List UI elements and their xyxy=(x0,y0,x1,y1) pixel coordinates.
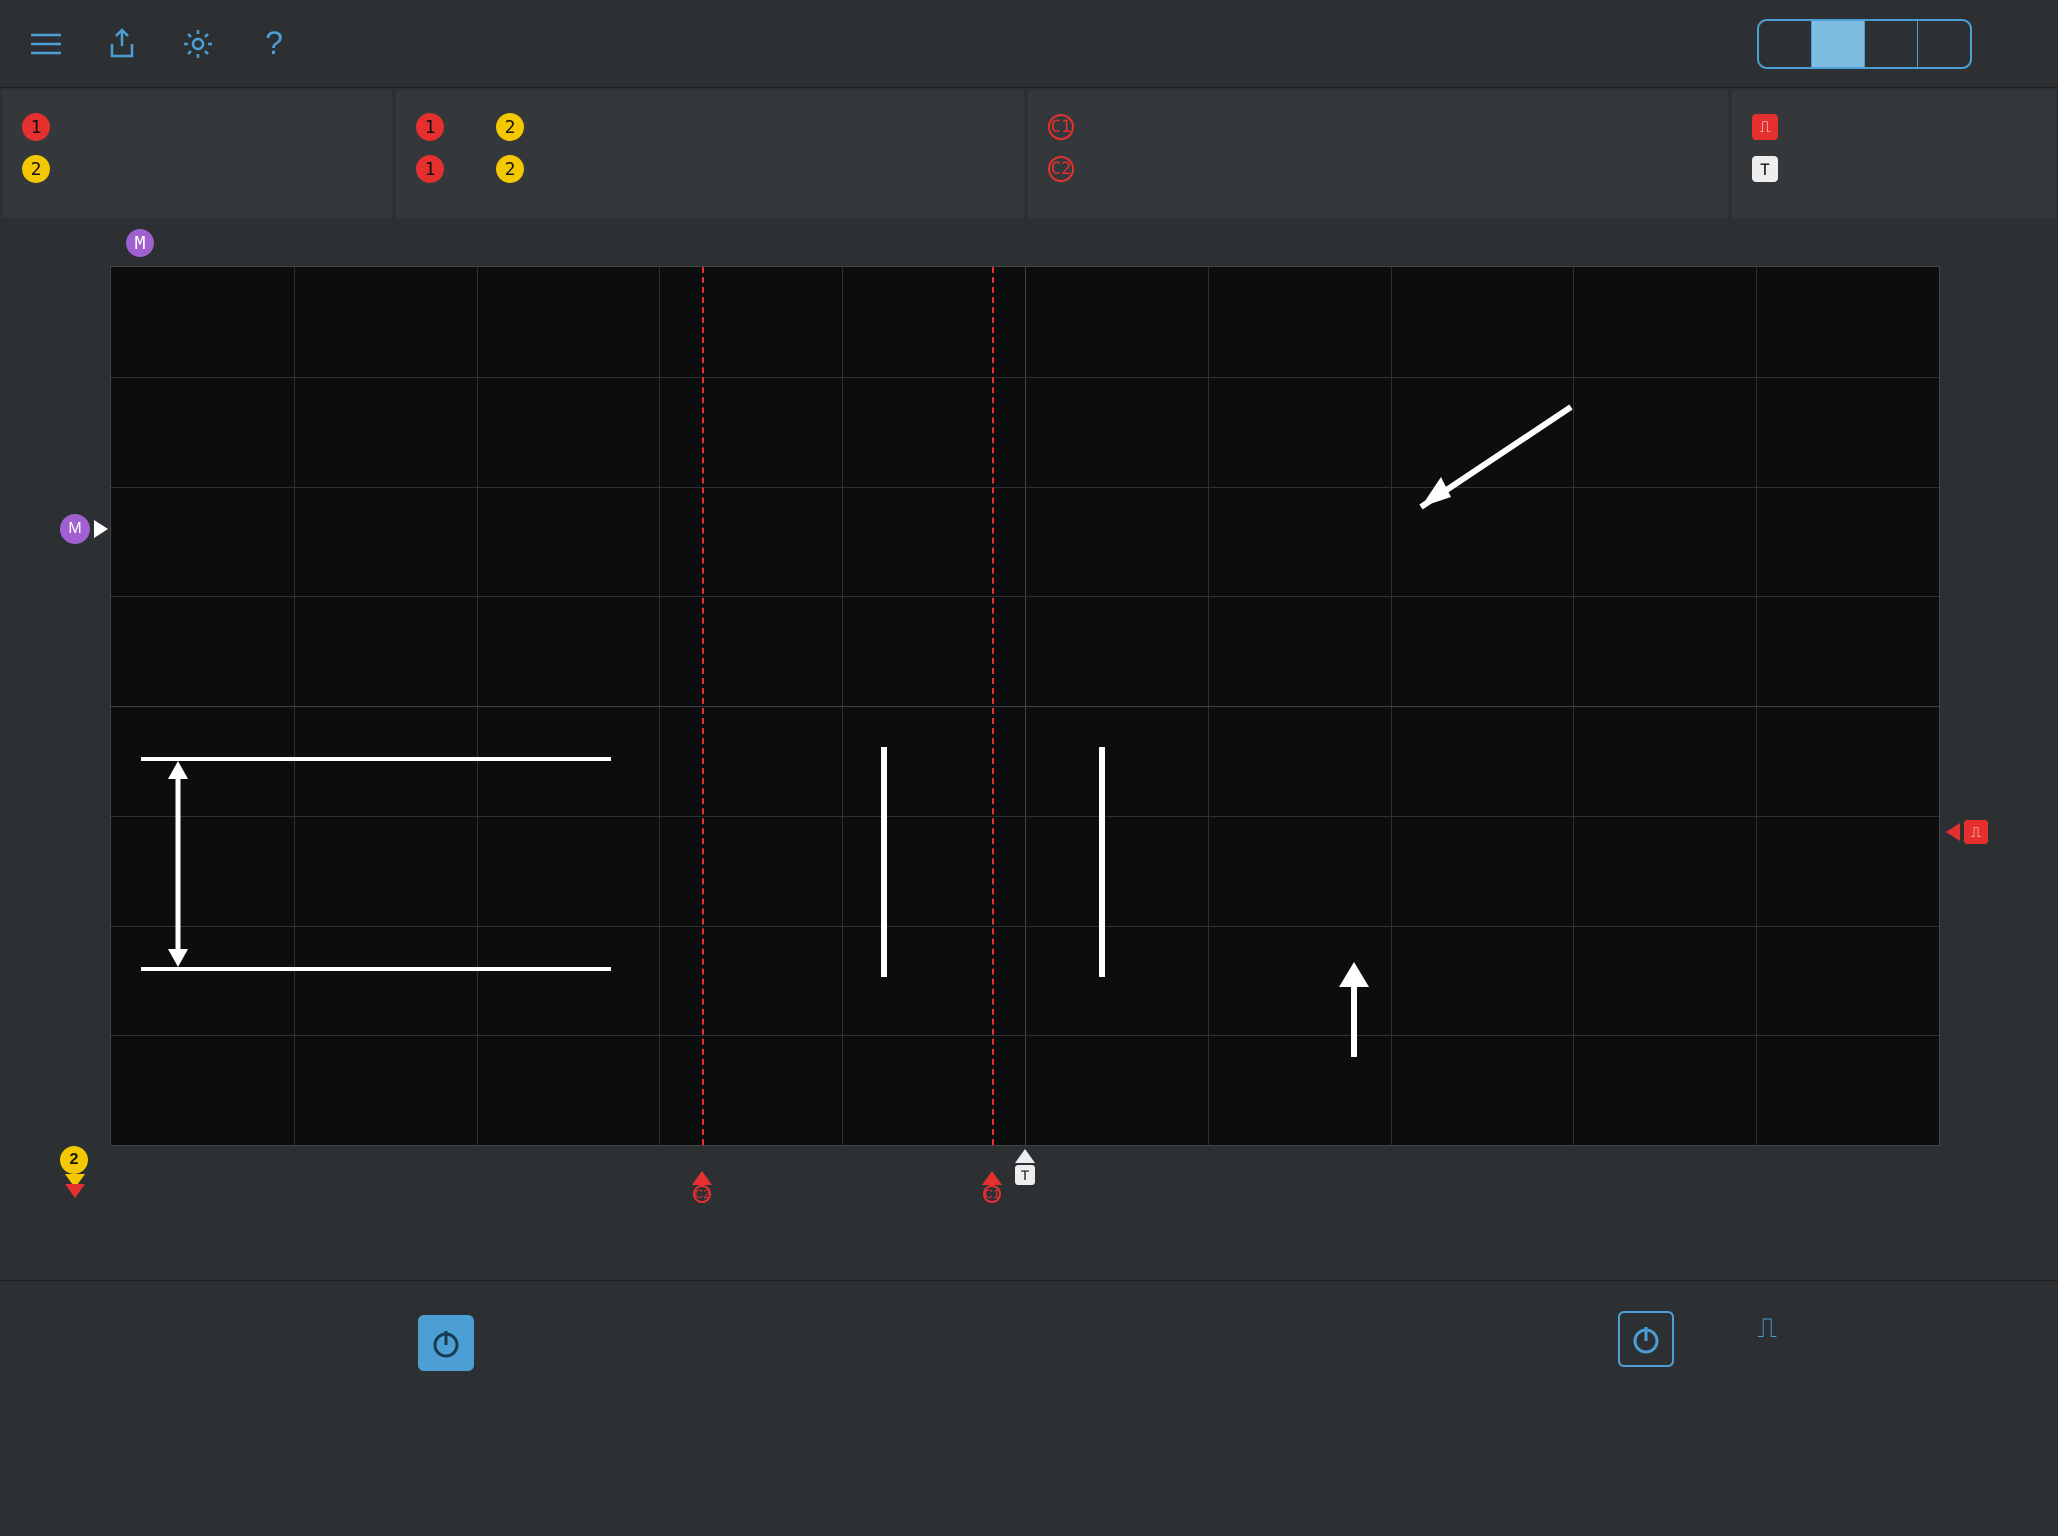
trigger-level-marker[interactable]: ⎍ xyxy=(1946,820,1988,844)
function-gen-panel[interactable]: ⎍ xyxy=(1594,1280,2058,1480)
math-badge: M xyxy=(126,229,154,257)
cursor-c2-line[interactable] xyxy=(702,267,704,1145)
meas-ch2-badge: 2 xyxy=(496,113,524,141)
cursors-panel[interactable]: C1 C2 xyxy=(1028,90,1728,218)
meas-ch2-badge-2: 2 xyxy=(496,155,524,183)
trigger-edge-icon: ⎍ xyxy=(1752,114,1778,140)
dmm-panel[interactable] xyxy=(0,1280,394,1480)
trigger-time-icon: T xyxy=(1752,156,1778,182)
annotation-bot-line xyxy=(141,967,611,971)
power-supply-panel[interactable] xyxy=(394,1280,1594,1480)
share-icon[interactable] xyxy=(104,26,140,62)
mode-auto[interactable] xyxy=(1759,21,1812,67)
channels-panel[interactable]: 1 2 xyxy=(2,90,392,218)
fg-power-icon[interactable] xyxy=(1618,1311,1674,1367)
ch1-badge: 1 xyxy=(22,113,50,141)
mode-normal[interactable] xyxy=(1812,21,1865,67)
ch2-badge: 2 xyxy=(22,155,50,183)
brightness-icon[interactable] xyxy=(180,26,216,62)
cursor1-badge: C1 xyxy=(1048,114,1074,140)
cursor-c2-marker[interactable]: C2 xyxy=(692,1171,712,1185)
ps-power-icon[interactable] xyxy=(418,1315,474,1371)
annotation-rise-right xyxy=(1099,747,1105,977)
waveform-grid[interactable]: document.write((function(){ let s=''; fo… xyxy=(110,266,1940,1146)
measurements-panel[interactable]: 1 2 1 2 xyxy=(396,90,1024,218)
annotation-top-line xyxy=(141,757,611,761)
mode-single[interactable] xyxy=(1865,21,1918,67)
square-wave-icon: ⎍ xyxy=(1757,1311,1777,1344)
annotation-amplitude-arrow xyxy=(163,761,193,967)
toolbar: ? xyxy=(0,0,2058,88)
math-zero-marker[interactable]: M xyxy=(60,514,108,544)
mode-stop[interactable] xyxy=(1918,21,1970,67)
menu-icon[interactable] xyxy=(28,26,64,62)
acquisition-mode-group xyxy=(1757,19,1972,69)
arrow-normal-output xyxy=(1329,957,1379,1067)
cursor-c1-marker[interactable]: C1 xyxy=(982,1171,1002,1185)
arrow-after-filter xyxy=(1391,397,1591,527)
help-icon[interactable]: ? xyxy=(256,26,292,62)
cursor-c1-line[interactable] xyxy=(992,267,994,1145)
annotation-rise-left xyxy=(881,747,887,977)
meas-ch1-badge: 1 xyxy=(416,113,444,141)
trigger-panel[interactable]: ⎍ T xyxy=(1732,90,2056,218)
ch2-zero-marker[interactable]: 2 xyxy=(60,1146,90,1198)
meas-ch1-badge-2: 1 xyxy=(416,155,444,183)
scope-display[interactable]: M document.write((function(){ let s=''; … xyxy=(0,220,2058,1280)
cursor2-badge: C2 xyxy=(1048,156,1074,182)
trigger-time-marker[interactable]: T xyxy=(1015,1149,1035,1185)
